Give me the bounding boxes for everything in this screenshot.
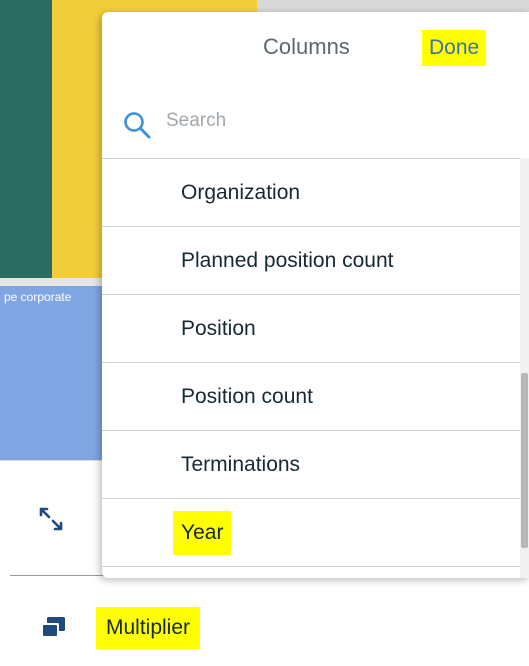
column-list-item[interactable]: Year bbox=[102, 498, 520, 566]
column-item-label: Position bbox=[181, 316, 256, 340]
side-divider bbox=[0, 460, 110, 461]
column-list: Organization Planned position count Positi… bbox=[102, 158, 520, 578]
column-item-label: Terminations bbox=[181, 452, 301, 476]
popover-header: Columns Done bbox=[102, 12, 529, 82]
multiplier-icon bbox=[38, 613, 68, 643]
expand-button[interactable] bbox=[34, 502, 68, 536]
column-list-item[interactable]: Position bbox=[102, 294, 520, 362]
scrollbar-thumb[interactable] bbox=[521, 373, 528, 548]
chart-bar-label: pe corporate bbox=[4, 290, 72, 304]
column-item-label: Position count bbox=[181, 384, 313, 408]
columns-popover: Columns Done Organization Planned positio… bbox=[102, 12, 529, 578]
list-end-divider bbox=[102, 566, 520, 578]
multiplier-row: Multiplier bbox=[0, 600, 300, 656]
scrollbar-track[interactable] bbox=[520, 158, 529, 578]
column-item-label: Year bbox=[173, 510, 232, 555]
column-item-label: Planned position count bbox=[181, 248, 394, 272]
chart-bar-teal bbox=[0, 0, 52, 278]
multiplier-button[interactable]: Multiplier bbox=[96, 607, 201, 649]
search-input[interactable] bbox=[166, 104, 496, 138]
column-item-label: Organization bbox=[181, 180, 301, 204]
column-list-item[interactable]: Position count bbox=[102, 362, 520, 430]
search-row bbox=[102, 84, 529, 158]
search-icon bbox=[124, 112, 151, 139]
expand-icon bbox=[39, 507, 63, 531]
chart-bar-blue bbox=[0, 286, 110, 460]
popover-title: Columns bbox=[263, 34, 350, 59]
done-button[interactable]: Done bbox=[422, 30, 487, 66]
column-list-item[interactable]: Planned position count bbox=[102, 226, 520, 294]
column-list-item[interactable]: Organization bbox=[102, 158, 520, 226]
column-list-item[interactable]: Terminations bbox=[102, 430, 520, 498]
